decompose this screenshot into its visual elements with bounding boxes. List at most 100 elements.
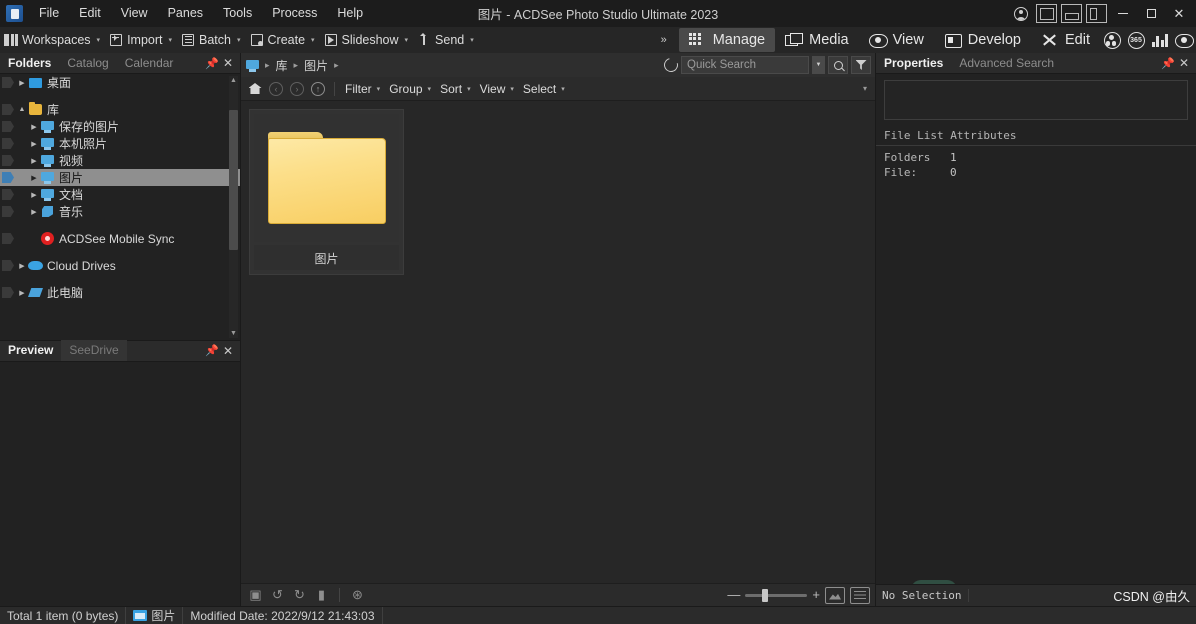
tree-item-ACDSee Mobile Sync[interactable]: ACDSee Mobile Sync [0, 230, 240, 247]
search-dropdown-button[interactable]: ▼ [812, 56, 825, 74]
scroll-down-arrow[interactable]: ▼ [229, 329, 238, 338]
batch-button[interactable]: Batch ▾ [177, 28, 245, 52]
tree-scrollbar[interactable]: ▲ ▼ [229, 76, 238, 338]
menu-edit[interactable]: Edit [70, 3, 110, 24]
tree-item-tag-icon[interactable] [2, 260, 14, 271]
tree-item-tag-icon[interactable] [2, 287, 14, 298]
chevron-down-icon[interactable]: ▾ [237, 36, 241, 44]
delete-icon[interactable]: ▮ [312, 587, 331, 604]
tree-expander-icon[interactable]: ▲ [16, 106, 28, 113]
view-menu-button[interactable]: View ▾ [476, 80, 518, 98]
workspaces-button[interactable]: Workspaces ▾ [0, 28, 105, 52]
create-button[interactable]: Create ▾ [246, 28, 320, 52]
pin-icon[interactable]: 📌 [1161, 57, 1175, 70]
edit-image-icon[interactable]: ▣ [246, 587, 265, 604]
tab-preview[interactable]: Preview [0, 340, 61, 361]
breadcrumb-item-1[interactable]: 图片 [302, 56, 330, 75]
view-toggle-button[interactable] [1172, 29, 1196, 51]
zoom-out-button[interactable]: — [727, 588, 740, 601]
tree-expander-icon[interactable]: ▶ [28, 157, 40, 165]
people-share-button[interactable] [1100, 29, 1124, 51]
filter-menu-button[interactable]: Filter ▾ [341, 80, 384, 98]
tree-expander-icon[interactable]: ▶ [28, 174, 40, 182]
layout-bottom-button[interactable] [1061, 4, 1082, 23]
tree-item-此电脑[interactable]: ▶ 此电脑 [0, 284, 240, 301]
forward-button[interactable]: › [287, 80, 307, 98]
close-button[interactable]: ✕ [1166, 0, 1192, 27]
tab-calendar[interactable]: Calendar [117, 53, 182, 74]
tree-item-音乐[interactable]: ▶ 音乐 [0, 203, 240, 220]
tree-item-tag-icon[interactable] [2, 172, 14, 183]
toolbar-overflow-icon[interactable]: ▾ [863, 84, 871, 93]
tab-catalog[interactable]: Catalog [59, 53, 116, 74]
tree-item-库[interactable]: ▲ 库 [0, 101, 240, 118]
tree-item-tag-icon[interactable] [2, 189, 14, 200]
sort-menu-button[interactable]: Sort ▾ [436, 80, 475, 98]
tree-item-tag-icon[interactable] [2, 121, 14, 132]
menu-view[interactable]: View [112, 3, 157, 24]
import-button[interactable]: Import ▾ [105, 28, 177, 52]
tree-item-tag-icon[interactable] [2, 206, 14, 217]
rotate-right-icon[interactable]: ↻ [290, 587, 309, 604]
menu-panes[interactable]: Panes [159, 3, 212, 24]
thumbnail-view-icon[interactable] [825, 586, 845, 604]
chevron-down-icon[interactable]: ▾ [97, 36, 101, 44]
refresh-icon[interactable] [661, 55, 681, 75]
zoom-slider[interactable] [745, 588, 808, 602]
tab-edit[interactable]: Edit [1031, 28, 1100, 52]
minimize-button[interactable] [1110, 0, 1136, 27]
histogram-button[interactable] [1148, 29, 1172, 51]
tree-item-Cloud Drives[interactable]: ▶ Cloud Drives [0, 257, 240, 274]
chevron-down-icon[interactable]: ▾ [169, 36, 173, 44]
zoom-slider-handle[interactable] [762, 588, 769, 602]
folder-tree[interactable]: ▶ 桌面 ▲ 库 ▶ 保存的图片 ▶ 本机照片 ▶ 视频 ▶ 图片 ▶ 文档 ▶ 音乐 ACDSee Mobil… [0, 74, 240, 340]
tree-expander-icon[interactable]: ▶ [28, 191, 40, 199]
tree-expander-icon[interactable]: ▶ [28, 123, 40, 131]
tree-item-tag-icon[interactable] [2, 155, 14, 166]
tree-item-桌面[interactable]: ▶ 桌面 [0, 74, 240, 91]
search-input[interactable]: Quick Search [681, 56, 809, 74]
chevron-down-icon[interactable]: ▾ [405, 36, 409, 44]
group-menu-button[interactable]: Group ▾ [385, 80, 435, 98]
tab-develop[interactable]: Develop [934, 28, 1031, 52]
tree-expander-icon[interactable]: ▶ [16, 289, 28, 297]
pin-icon[interactable]: 📌 [205, 344, 219, 357]
list-view-icon[interactable] [850, 586, 870, 604]
layout-side-button[interactable] [1086, 4, 1107, 23]
tree-expander-icon[interactable]: ▶ [28, 140, 40, 148]
rotate-left-icon[interactable]: ↺ [268, 587, 287, 604]
close-icon[interactable]: ✕ [1177, 56, 1191, 70]
tree-expander-icon[interactable]: ▶ [16, 262, 28, 270]
list-item[interactable]: 图片 [249, 109, 404, 275]
menu-help[interactable]: Help [328, 3, 372, 24]
tab-properties[interactable]: Properties [876, 53, 951, 74]
tree-expander-icon[interactable]: ▶ [16, 79, 28, 87]
account-avatar-icon[interactable] [1009, 4, 1033, 24]
tab-media[interactable]: Media [775, 28, 859, 52]
slideshow-button[interactable]: Slideshow ▾ [320, 28, 414, 52]
tab-seedrive[interactable]: SeeDrive [61, 340, 127, 361]
chevron-down-icon[interactable]: ▾ [311, 36, 315, 44]
send-button[interactable]: Send ▾ [413, 28, 479, 52]
chevron-down-icon[interactable]: ▾ [470, 36, 474, 44]
home-button[interactable] [245, 80, 265, 98]
tree-item-tag-icon[interactable] [2, 233, 14, 244]
tab-advanced-search[interactable]: Advanced Search [951, 53, 1062, 74]
tab-view[interactable]: View [859, 28, 934, 52]
select-menu-button[interactable]: Select ▾ [519, 80, 569, 98]
tree-item-tag-icon[interactable] [2, 77, 14, 88]
tree-item-图片[interactable]: ▶ 图片 [0, 169, 240, 186]
search-button[interactable] [828, 56, 848, 74]
menu-process[interactable]: Process [263, 3, 326, 24]
tree-item-tag-icon[interactable] [2, 104, 14, 115]
tree-expander-icon[interactable]: ▶ [28, 208, 40, 216]
maximize-button[interactable] [1138, 0, 1164, 27]
layout-normal-button[interactable] [1036, 4, 1057, 23]
menu-tools[interactable]: Tools [214, 3, 261, 24]
file-list-area[interactable]: 图片 [241, 101, 875, 583]
up-button[interactable]: ↑ [308, 80, 328, 98]
close-icon[interactable]: ✕ [221, 344, 235, 358]
breadcrumb-item-0[interactable]: 库 [274, 56, 290, 75]
zoom-in-button[interactable]: + [812, 588, 820, 601]
close-icon[interactable]: ✕ [221, 56, 235, 70]
